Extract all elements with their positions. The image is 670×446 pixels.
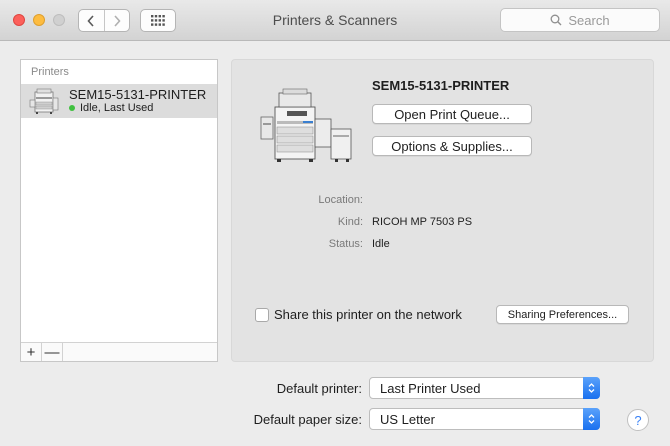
help-button[interactable]: ?: [627, 409, 649, 431]
printers-list-header: Printers: [31, 66, 69, 78]
printer-name-heading: SEM15-5131-PRINTER: [372, 78, 510, 93]
add-printer-button[interactable]: +: [21, 343, 42, 361]
share-printer-label[interactable]: Share this printer on the network: [274, 307, 462, 322]
updown-chevron-icon: [583, 408, 600, 430]
paper-size-value: US Letter: [380, 412, 435, 427]
kind-label: Kind:: [337, 216, 363, 228]
remove-printer-button[interactable]: —: [42, 343, 63, 361]
default-printer-label: Default printer:: [276, 381, 362, 396]
title-bar: Printers & Scanners Search: [0, 0, 670, 41]
location-label: Location:: [318, 194, 363, 206]
printer-large-icon: [257, 87, 355, 166]
share-printer-checkbox[interactable]: [255, 308, 269, 322]
updown-chevron-icon: [583, 377, 600, 399]
paper-size-label: Default paper size:: [253, 412, 362, 427]
printer-list-item-name: SEM15-5131-PRINTER: [69, 87, 207, 102]
search-placeholder: Search: [568, 12, 610, 28]
options-supplies-button[interactable]: Options & Supplies...: [372, 136, 532, 156]
status-label: Status:: [328, 238, 363, 250]
status-dot-icon: [69, 105, 75, 111]
printers-scanners-window: Printers & Scanners Search Printers SEM1…: [0, 0, 670, 446]
open-print-queue-button[interactable]: Open Print Queue...: [372, 104, 532, 124]
printer-icon: [29, 88, 59, 117]
printer-detail-panel: SEM15-5131-PRINTER Open Print Queue... O…: [231, 59, 654, 362]
printer-list-item-status-text: Idle, Last Used: [80, 102, 154, 114]
search-field[interactable]: Search: [500, 8, 660, 32]
default-printer-value: Last Printer Used: [380, 381, 481, 396]
status-value: Idle: [372, 238, 390, 250]
search-icon: [550, 14, 562, 26]
printers-list-footer: + —: [21, 342, 217, 361]
printer-list-item-status: Idle, Last Used: [69, 102, 153, 114]
default-printer-popup[interactable]: Last Printer Used: [369, 377, 600, 399]
paper-size-popup[interactable]: US Letter: [369, 408, 600, 430]
kind-value: RICOH MP 7503 PS: [372, 216, 473, 228]
sharing-preferences-button[interactable]: Sharing Preferences...: [496, 305, 629, 324]
printer-list-item[interactable]: SEM15-5131-PRINTER Idle, Last Used: [21, 84, 217, 118]
printers-list: Printers SEM15-5131-PRINTER Idle, Last U…: [20, 59, 218, 362]
